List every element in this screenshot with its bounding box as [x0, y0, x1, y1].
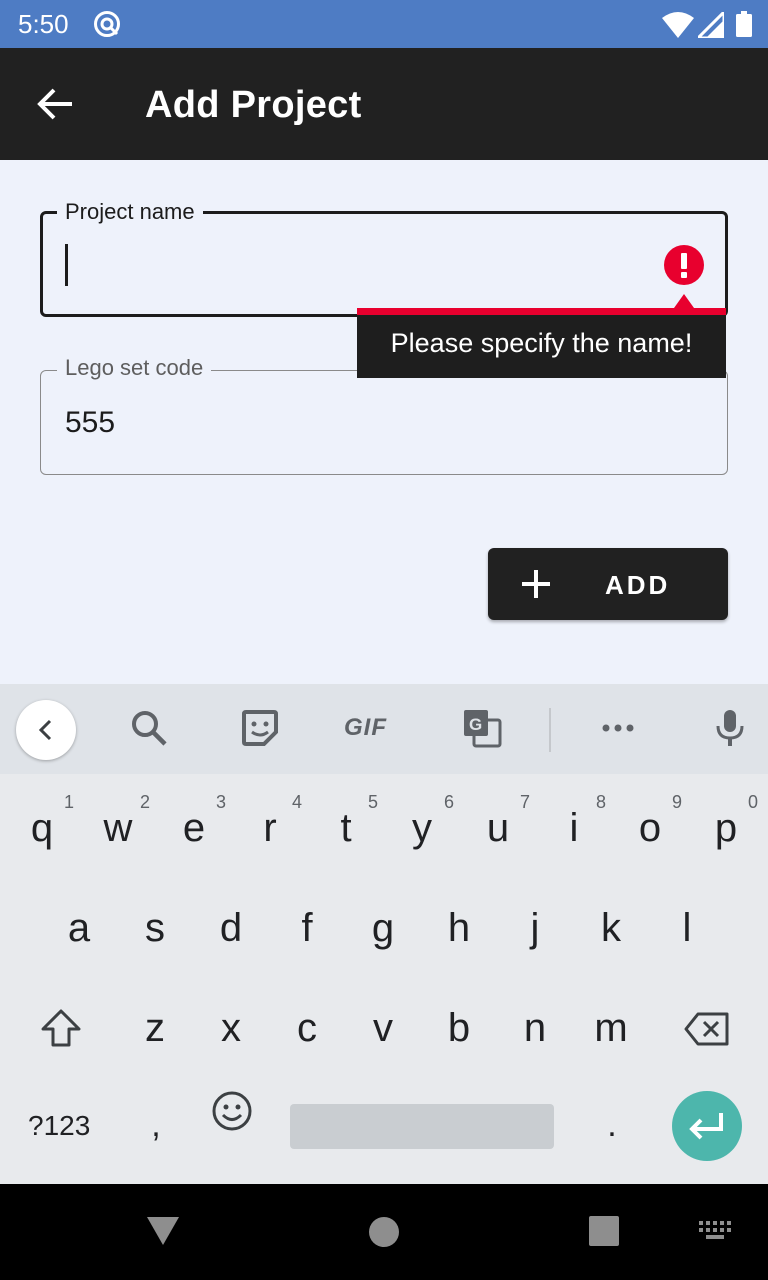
add-button[interactable]: ADD	[488, 548, 728, 620]
error-tooltip: Please specify the name!	[357, 294, 726, 378]
key-b[interactable]: b	[421, 986, 497, 1082]
key-o[interactable]: o9	[612, 786, 688, 882]
collapse-toolbar-button[interactable]	[16, 700, 76, 760]
key-d[interactable]: d	[193, 886, 269, 982]
key-s[interactable]: s	[117, 886, 193, 982]
key-j[interactable]: j	[497, 886, 573, 982]
nav-home-icon[interactable]	[368, 1216, 400, 1248]
backspace-icon[interactable]	[684, 1012, 730, 1046]
tooltip-arrow	[674, 294, 694, 308]
more-icon[interactable]	[594, 704, 642, 752]
sticker-icon[interactable]	[236, 704, 284, 752]
key-y[interactable]: y6	[384, 786, 460, 882]
key-r[interactable]: r4	[232, 786, 308, 882]
symbols-key[interactable]: ?123	[28, 1110, 90, 1142]
svg-text:G: G	[469, 715, 482, 734]
translate-icon[interactable]: G	[458, 704, 506, 752]
key-comma[interactable]: ,	[118, 1086, 194, 1182]
key-z[interactable]: z	[117, 986, 193, 1082]
key-a[interactable]: a	[41, 886, 117, 982]
app-bar: Add Project	[0, 48, 768, 160]
key-q[interactable]: q1	[4, 786, 80, 882]
key-f[interactable]: f	[269, 886, 345, 982]
key-h[interactable]: h	[421, 886, 497, 982]
key-m[interactable]: m	[573, 986, 649, 1082]
search-icon[interactable]	[125, 704, 173, 752]
status-time: 5:50	[18, 9, 69, 39]
key-u[interactable]: u7	[460, 786, 536, 882]
add-button-label: ADD	[605, 570, 671, 600]
space-bar[interactable]	[290, 1104, 554, 1149]
lego-set-code-value: 555	[65, 406, 116, 439]
error-icon	[664, 245, 704, 285]
key-i[interactable]: i8	[536, 786, 612, 882]
wifi-icon	[662, 12, 694, 38]
key-v[interactable]: v	[345, 986, 421, 1082]
key-p[interactable]: p0	[688, 786, 764, 882]
page-title: Add Project	[145, 84, 362, 126]
error-message: Please specify the name!	[357, 315, 726, 378]
back-arrow-icon[interactable]	[34, 82, 78, 126]
system-nav-bar	[0, 1184, 768, 1280]
emoji-icon[interactable]	[211, 1090, 253, 1132]
lego-set-code-label: Lego set code	[57, 355, 212, 381]
key-period[interactable]: .	[574, 1086, 650, 1182]
soft-keyboard: GIF G q1 w2 e3 r4 t5 y6 u7 i8 o9 p0 a s …	[0, 684, 768, 1184]
key-n[interactable]: n	[497, 986, 573, 1082]
toolbar-divider	[549, 708, 551, 752]
at-icon	[94, 11, 120, 37]
status-bar: 5:50	[0, 0, 768, 48]
key-k[interactable]: k	[573, 886, 649, 982]
project-name-label: Project name	[57, 199, 203, 225]
key-e[interactable]: e3	[156, 786, 232, 882]
tooltip-error-bar	[357, 308, 726, 315]
key-t[interactable]: t5	[308, 786, 384, 882]
return-icon	[689, 1113, 723, 1140]
key-g[interactable]: g	[345, 886, 421, 982]
key-x[interactable]: x	[193, 986, 269, 1082]
key-c[interactable]: c	[269, 986, 345, 1082]
lego-set-code-field[interactable]: Lego set code 555	[40, 355, 728, 475]
keyboard-toolbar: GIF G	[0, 684, 768, 774]
signal-icon	[698, 12, 724, 38]
gif-button[interactable]: GIF	[344, 714, 387, 742]
text-cursor	[65, 244, 68, 286]
microphone-icon[interactable]	[706, 704, 754, 752]
nav-back-icon[interactable]	[146, 1216, 180, 1246]
keyboard-switch-icon[interactable]	[698, 1220, 732, 1242]
nav-recents-icon[interactable]	[589, 1216, 619, 1246]
chevron-left-icon	[38, 719, 52, 741]
key-l[interactable]: l	[649, 886, 725, 982]
enter-key[interactable]	[672, 1091, 742, 1161]
plus-icon	[522, 570, 550, 598]
shift-icon[interactable]	[40, 1008, 82, 1048]
battery-icon	[736, 11, 752, 37]
key-w[interactable]: w2	[80, 786, 156, 882]
